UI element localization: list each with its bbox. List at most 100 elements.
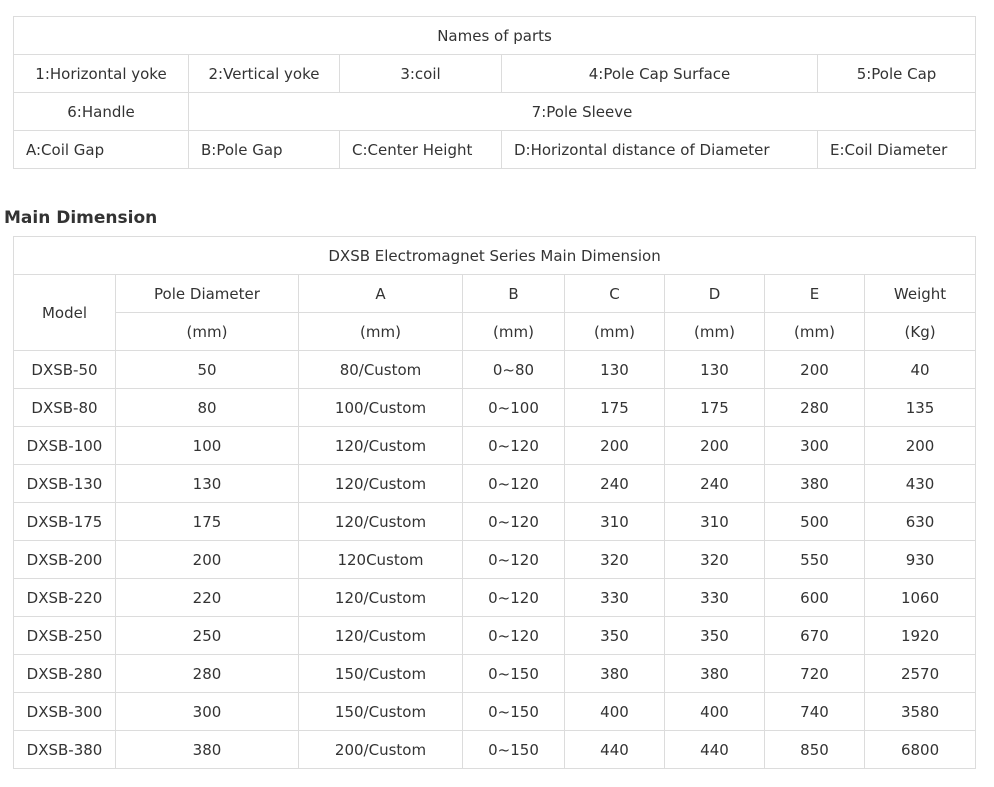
table-row: DXSB-300 300 150/Custom 0~150 400 400 740 3580 xyxy=(13,692,977,731)
part-label: 7:Pole Sleeve xyxy=(187,92,977,131)
table-cell: 740 xyxy=(764,692,865,731)
header-row: Model Pole Diameter A B C D E Weight xyxy=(13,274,977,351)
part-label: 6:Handle xyxy=(13,92,189,131)
table-cell: 310 xyxy=(664,502,765,541)
dimension-label: E:Coil Diameter xyxy=(816,130,977,169)
model-cell: DXSB-130 xyxy=(13,464,116,503)
unit-label: (mm) xyxy=(298,312,463,351)
column-header-model: Model xyxy=(13,274,116,351)
table-cell: 350 xyxy=(664,616,765,655)
model-cell: DXSB-250 xyxy=(13,616,116,655)
table-cell: 330 xyxy=(564,578,665,617)
table-row: DXSB-200 200 120Custom 0~120 320 320 550 930 xyxy=(13,540,977,579)
model-cell: DXSB-380 xyxy=(13,730,116,769)
table-cell: 0~150 xyxy=(462,730,565,769)
part-label: 1:Horizontal yoke xyxy=(13,54,189,93)
table-cell: 720 xyxy=(764,654,865,693)
dimension-label: C:Center Height xyxy=(339,130,502,169)
table-cell: 80 xyxy=(115,388,299,427)
table-cell: 220 xyxy=(115,578,299,617)
table-cell: 400 xyxy=(564,692,665,731)
table-row: DXSB-100 100 120/Custom 0~120 200 200 300 200 xyxy=(13,426,977,465)
table-row: DXSB-250 250 120/Custom 0~120 350 350 670 1920 xyxy=(13,616,977,655)
table-row: DXSB-175 175 120/Custom 0~120 310 310 500 630 xyxy=(13,502,977,541)
parts-table: Names of parts 1:Horizontal yoke 2:Verti… xyxy=(12,16,977,169)
table-cell: 0~120 xyxy=(462,464,565,503)
table-row: DXSB-280 280 150/Custom 0~150 380 380 720 2570 xyxy=(13,654,977,693)
table-cell: 240 xyxy=(664,464,765,503)
table-cell: 120/Custom xyxy=(298,616,463,655)
table-cell: 175 xyxy=(115,502,299,541)
table-cell: 320 xyxy=(664,540,765,579)
table-cell: 400 xyxy=(664,692,765,731)
table-cell: 0~120 xyxy=(462,426,565,465)
table-cell: 200 xyxy=(764,350,865,389)
part-label: 3:coil xyxy=(339,54,502,93)
table-row: DXSB-50 50 80/Custom 0~80 130 130 200 40 xyxy=(13,350,977,389)
parts-table-title: Names of parts xyxy=(12,16,977,55)
model-cell: DXSB-100 xyxy=(13,426,116,465)
table-cell: 0~100 xyxy=(462,388,565,427)
table-cell: 2570 xyxy=(863,654,977,693)
table-cell: 380 xyxy=(564,654,665,693)
model-cell: DXSB-175 xyxy=(13,502,116,541)
column-header: D xyxy=(664,274,765,313)
table-cell: 0~120 xyxy=(462,502,565,541)
table-cell: 300 xyxy=(764,426,865,465)
dimensions-table: DXSB Electromagnet Series Main Dimension… xyxy=(12,236,977,769)
part-label: 2:Vertical yoke xyxy=(188,54,340,93)
table-cell: 1060 xyxy=(863,578,977,617)
table-cell: 120Custom xyxy=(298,540,463,579)
parts-row: 1:Horizontal yoke 2:Vertical yoke 3:coil… xyxy=(13,54,977,93)
table-row: DXSB-380 380 200/Custom 0~150 440 440 850 6800 xyxy=(13,730,977,769)
table-cell: 330 xyxy=(664,578,765,617)
dimensions-table-title: DXSB Electromagnet Series Main Dimension xyxy=(12,236,977,275)
table-cell: 500 xyxy=(764,502,865,541)
table-cell: 0~150 xyxy=(462,692,565,731)
table-cell: 1920 xyxy=(863,616,977,655)
part-label: 5:Pole Cap xyxy=(816,54,977,93)
column-header: A xyxy=(298,274,463,313)
table-cell: 200/Custom xyxy=(298,730,463,769)
table-cell: 0~80 xyxy=(462,350,565,389)
table-cell: 120/Custom xyxy=(298,502,463,541)
table-cell: 440 xyxy=(564,730,665,769)
table-cell: 430 xyxy=(863,464,977,503)
unit-label: (mm) xyxy=(115,312,299,351)
table-cell: 130 xyxy=(564,350,665,389)
unit-label: (Kg) xyxy=(863,312,977,351)
table-cell: 80/Custom xyxy=(298,350,463,389)
model-cell: DXSB-280 xyxy=(13,654,116,693)
unit-label: (mm) xyxy=(462,312,565,351)
table-cell: 630 xyxy=(863,502,977,541)
table-cell: 3580 xyxy=(863,692,977,731)
parts-title-row: Names of parts xyxy=(12,16,977,55)
table-cell: 0~150 xyxy=(462,654,565,693)
table-cell: 120/Custom xyxy=(298,426,463,465)
model-cell: DXSB-50 xyxy=(13,350,116,389)
table-cell: 0~120 xyxy=(462,616,565,655)
column-header: Pole Diameter xyxy=(115,274,299,313)
table-cell: 40 xyxy=(863,350,977,389)
table-cell: 135 xyxy=(863,388,977,427)
table-cell: 200 xyxy=(863,426,977,465)
table-cell: 0~120 xyxy=(462,540,565,579)
table-cell: 320 xyxy=(564,540,665,579)
table-cell: 0~120 xyxy=(462,578,565,617)
table-cell: 130 xyxy=(664,350,765,389)
column-header: B xyxy=(462,274,565,313)
table-cell: 150/Custom xyxy=(298,654,463,693)
parts-row: 6:Handle 7:Pole Sleeve xyxy=(13,92,977,131)
model-cell: DXSB-300 xyxy=(13,692,116,731)
table-cell: 600 xyxy=(764,578,865,617)
unit-label: (mm) xyxy=(764,312,865,351)
table-row: DXSB-80 80 100/Custom 0~100 175 175 280 135 xyxy=(13,388,977,427)
table-cell: 120/Custom xyxy=(298,578,463,617)
table-cell: 250 xyxy=(115,616,299,655)
table-cell: 130 xyxy=(115,464,299,503)
unit-label: (mm) xyxy=(564,312,665,351)
units-row: (mm) (mm) (mm) (mm) (mm) (mm) (Kg) xyxy=(14,312,977,351)
dimensions-title-row: DXSB Electromagnet Series Main Dimension xyxy=(12,236,977,275)
table-cell: 550 xyxy=(764,540,865,579)
table-cell: 100/Custom xyxy=(298,388,463,427)
